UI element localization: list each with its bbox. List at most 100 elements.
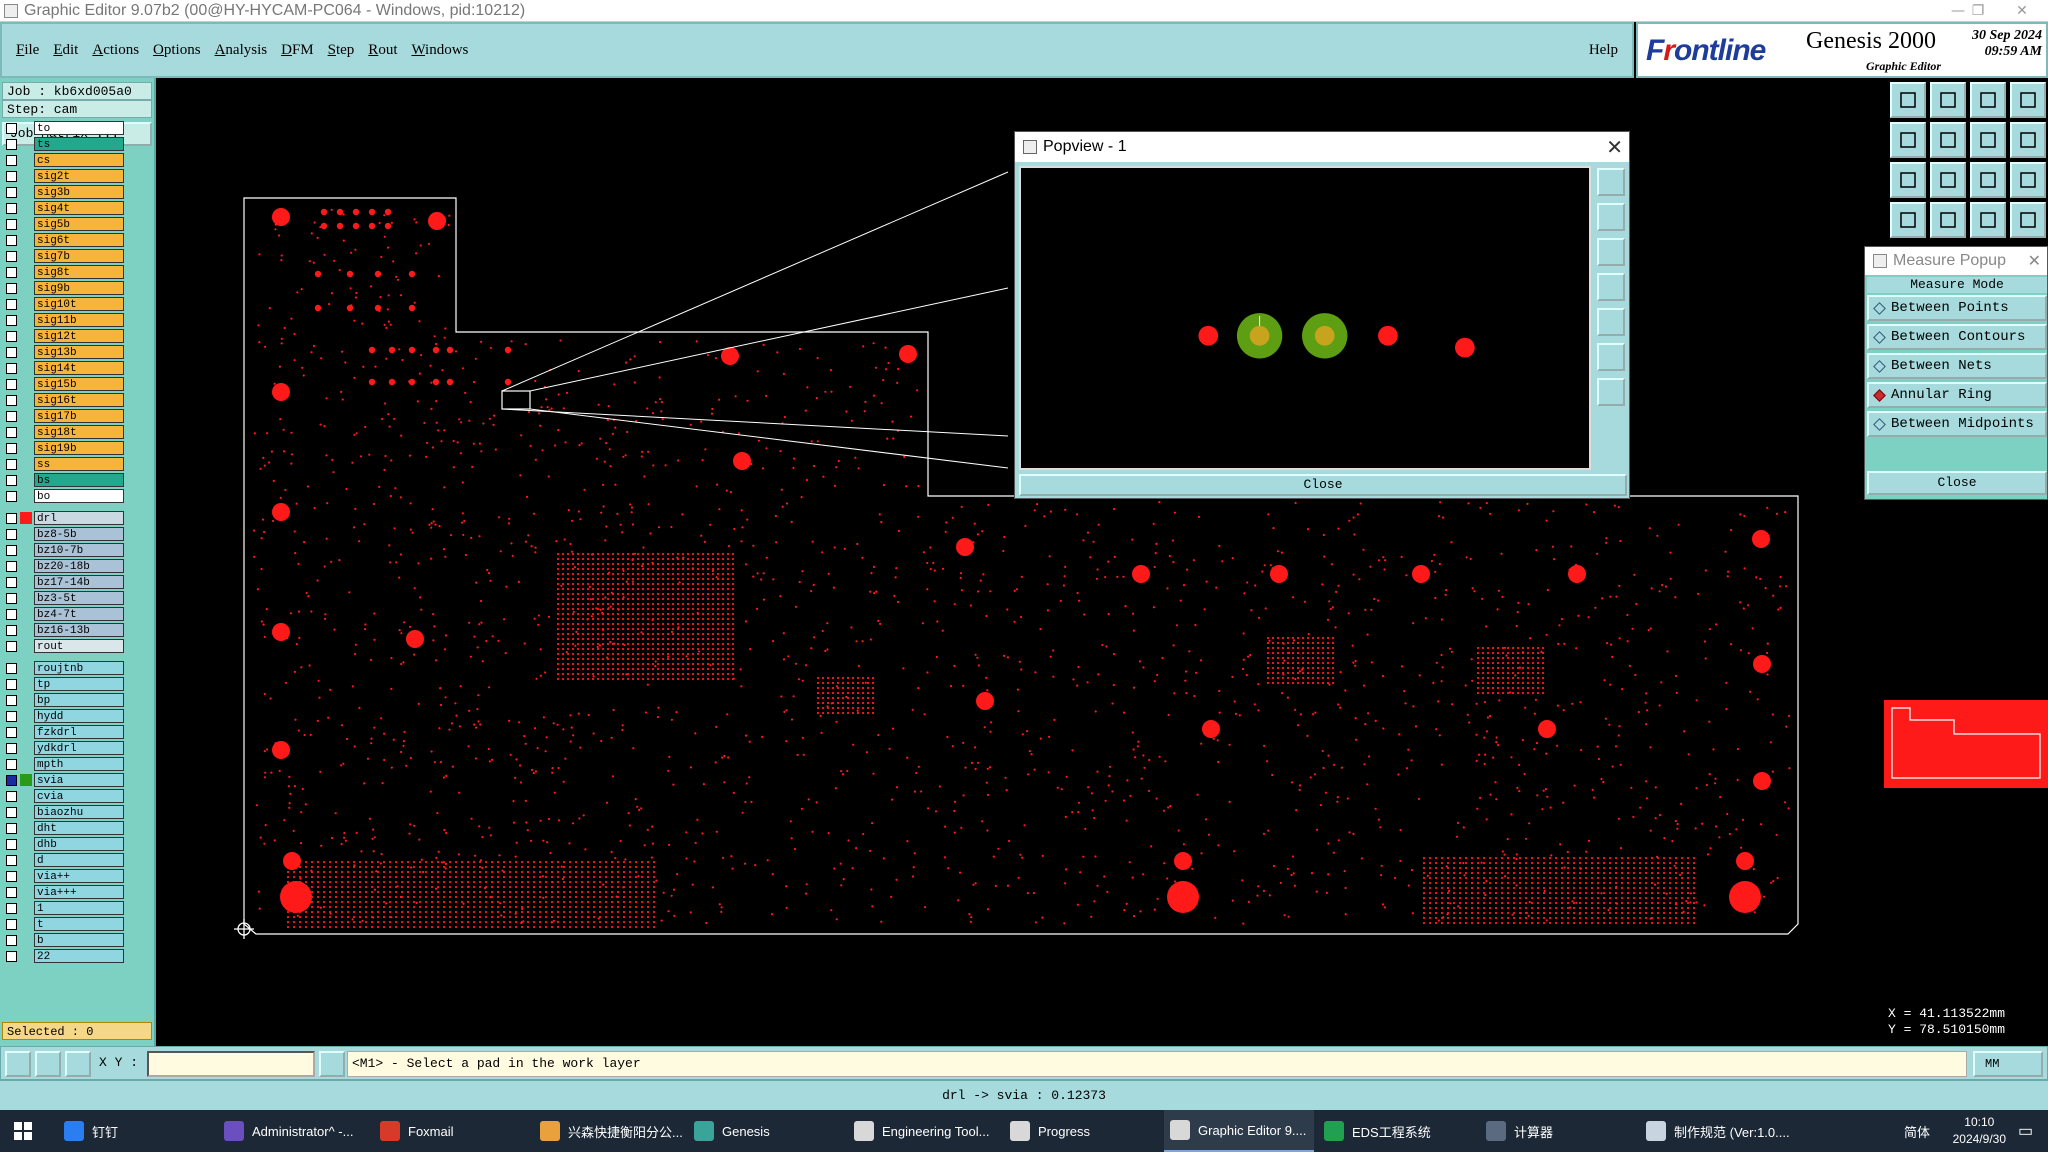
layer-row[interactable]: bz4-7t: [6, 606, 124, 622]
layer-checkbox[interactable]: [6, 694, 17, 706]
menu-help[interactable]: Help: [1589, 42, 1618, 59]
layer-row[interactable]: cs: [6, 152, 124, 168]
close-icon[interactable]: ✕: [2000, 0, 2044, 22]
layer-checkbox[interactable]: [6, 934, 17, 946]
grid-icon[interactable]: [1930, 202, 1966, 238]
layer-row[interactable]: sig7b: [6, 248, 124, 264]
layer-row[interactable]: tp: [6, 676, 124, 692]
layer-row[interactable]: bo: [6, 488, 124, 504]
layer-row[interactable]: via++: [6, 868, 124, 884]
layer-row[interactable]: sig8t: [6, 264, 124, 280]
menu-options[interactable]: Options: [153, 42, 201, 59]
ratio-icon[interactable]: [1970, 162, 2006, 198]
layer-checkbox[interactable]: [6, 378, 17, 390]
layer-row[interactable]: 22: [6, 948, 124, 964]
layer-checkbox[interactable]: [6, 950, 17, 962]
layer-checkbox[interactable]: [6, 742, 17, 754]
layer-checkbox[interactable]: [6, 154, 17, 166]
layer-checkbox[interactable]: [6, 822, 17, 834]
fit-icon[interactable]: [2010, 82, 2046, 118]
layer-checkbox[interactable]: [6, 624, 17, 636]
layer-row[interactable]: sig6t: [6, 232, 124, 248]
layer-row[interactable]: sig19b: [6, 440, 124, 456]
layer-checkbox[interactable]: [6, 790, 17, 802]
restore-icon[interactable]: ❐: [1956, 0, 2000, 22]
window-icon[interactable]: [1970, 122, 2006, 158]
zoom-in-icon[interactable]: [1890, 162, 1926, 198]
redraw-icon[interactable]: [2010, 122, 2046, 158]
layer-row[interactable]: bz3-5t: [6, 590, 124, 606]
layer-checkbox[interactable]: [6, 282, 17, 294]
home-icon[interactable]: [1890, 82, 1926, 118]
layer-checkbox[interactable]: [6, 138, 17, 150]
layer-checkbox[interactable]: [6, 528, 17, 540]
menu-dfm[interactable]: DFM: [281, 42, 314, 59]
layer-row[interactable]: sig5b: [6, 216, 124, 232]
layer-checkbox[interactable]: [6, 218, 17, 230]
layer-row[interactable]: bz8-5b: [6, 526, 124, 542]
popview-zoom-in-button[interactable]: [1597, 343, 1625, 371]
layer-checkbox[interactable]: [6, 202, 17, 214]
layer-checkbox[interactable]: [6, 662, 17, 674]
layer-row[interactable]: sig13b: [6, 344, 124, 360]
layer-row[interactable]: to: [6, 120, 124, 136]
layer-checkbox[interactable]: [6, 314, 17, 326]
layer-row[interactable]: ss: [6, 456, 124, 472]
layer-checkbox[interactable]: [6, 266, 17, 278]
layer-row[interactable]: sig9b: [6, 280, 124, 296]
layer-checkbox[interactable]: [6, 758, 17, 770]
popview-pan-up-button[interactable]: [1597, 203, 1625, 231]
layer-row[interactable]: rout: [6, 638, 124, 654]
layer-row[interactable]: bs: [6, 472, 124, 488]
help-icon[interactable]: [2010, 162, 2046, 198]
layer-checkbox[interactable]: [6, 122, 17, 134]
layer-checkbox[interactable]: [6, 854, 17, 866]
layer-row[interactable]: drl: [6, 510, 124, 526]
popview-pan-left-button[interactable]: [1597, 273, 1625, 301]
popview-zoom-out-button[interactable]: [1597, 378, 1625, 406]
menu-analysis[interactable]: Analysis: [215, 42, 268, 59]
layers-icon[interactable]: [1930, 82, 1966, 118]
close-icon[interactable]: ✕: [1606, 132, 1623, 162]
features-icon[interactable]: [1970, 202, 2006, 238]
pan-right-icon[interactable]: [1930, 122, 1966, 158]
layer-row[interactable]: sig12t: [6, 328, 124, 344]
layer-checkbox[interactable]: [6, 330, 17, 342]
layer-checkbox[interactable]: [6, 576, 17, 588]
layer-checkbox[interactable]: [6, 726, 17, 738]
layer-row[interactable]: svia: [6, 772, 124, 788]
layer-checkbox[interactable]: [6, 560, 17, 572]
layer-checkbox[interactable]: [6, 918, 17, 930]
layer-checkbox[interactable]: [6, 592, 17, 604]
zoom-home-icon[interactable]: [1970, 82, 2006, 118]
layer-row[interactable]: ts: [6, 136, 124, 152]
menu-step[interactable]: Step: [328, 42, 355, 59]
popview-close-button[interactable]: Close: [1019, 474, 1627, 496]
layer-row[interactable]: bp: [6, 692, 124, 708]
layer-checkbox[interactable]: [6, 902, 17, 914]
layer-checkbox[interactable]: [6, 298, 17, 310]
layer-checkbox[interactable]: [6, 426, 17, 438]
layer-checkbox[interactable]: [6, 640, 17, 652]
layer-row[interactable]: bz16-13b: [6, 622, 124, 638]
layer-row[interactable]: via+++: [6, 884, 124, 900]
layer-checkbox[interactable]: [6, 678, 17, 690]
layer-row[interactable]: b: [6, 932, 124, 948]
layer-row[interactable]: sig17b: [6, 408, 124, 424]
layer-checkbox[interactable]: [6, 710, 17, 722]
layer-checkbox[interactable]: [6, 474, 17, 486]
layer-row[interactable]: 1: [6, 900, 124, 916]
layer-row[interactable]: bz17-14b: [6, 574, 124, 590]
layer-row[interactable]: sig3b: [6, 184, 124, 200]
layer-row[interactable]: ydkdrl: [6, 740, 124, 756]
settings-icon[interactable]: [1890, 202, 1926, 238]
layer-row[interactable]: sig2t: [6, 168, 124, 184]
layer-row[interactable]: roujtnb: [6, 660, 124, 676]
layer-checkbox[interactable]: [6, 774, 17, 786]
layer-row[interactable]: sig10t: [6, 296, 124, 312]
popview-canvas[interactable]: [1019, 166, 1591, 470]
layer-row[interactable]: sig4t: [6, 200, 124, 216]
layer-row[interactable]: cvia: [6, 788, 124, 804]
menu-windows[interactable]: Windows: [411, 42, 468, 59]
layer-row[interactable]: d: [6, 852, 124, 868]
